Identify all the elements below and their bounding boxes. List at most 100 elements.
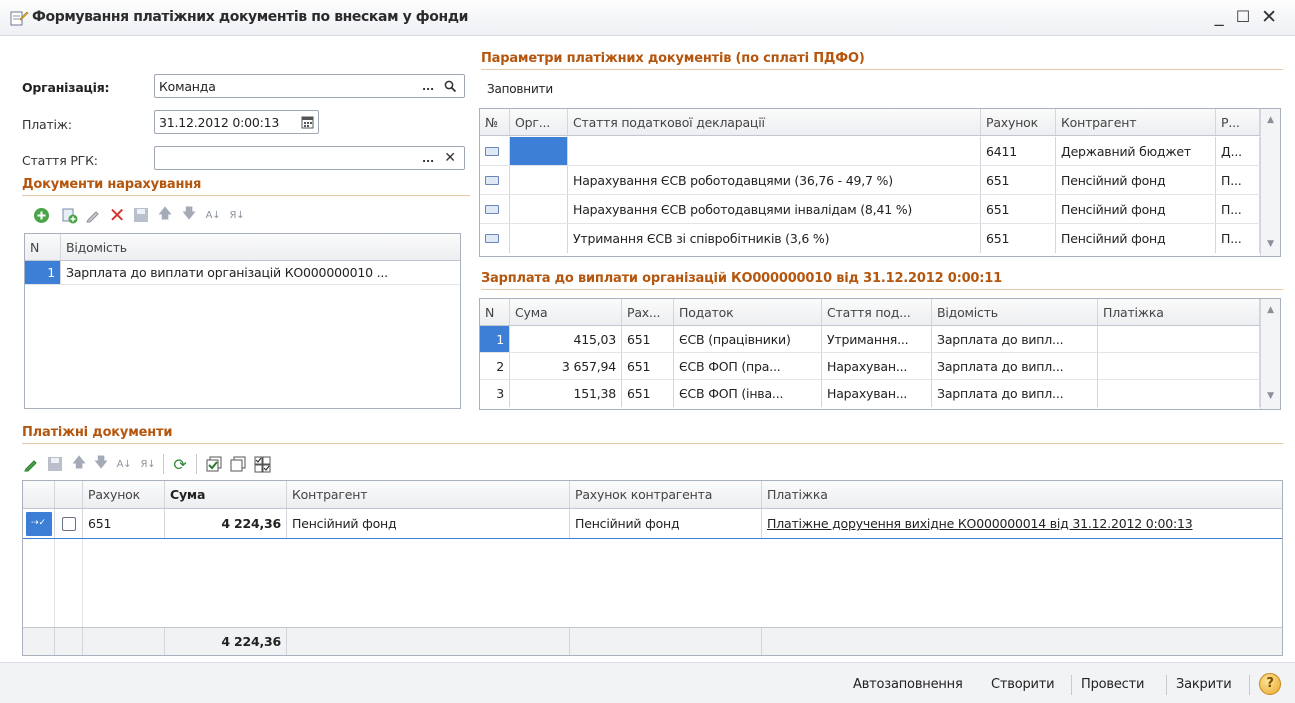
save-icon[interactable] xyxy=(46,455,64,473)
help-icon[interactable]: ? xyxy=(1259,673,1281,695)
sort-desc-icon[interactable]: Я↓ xyxy=(139,455,157,473)
col-cp-account[interactable]: Рахунок контрагента xyxy=(570,481,762,508)
vertical-scrollbar[interactable]: ▲ ▼ xyxy=(1260,109,1280,256)
payment-doc-link[interactable]: Платіжне доручення вихідне КО000000014 в… xyxy=(762,509,1282,538)
close-window-button[interactable]: ✕ xyxy=(1258,6,1280,28)
check-all-icon[interactable] xyxy=(205,455,223,473)
col-statement[interactable]: Відомість xyxy=(932,299,1098,325)
sort-asc-icon[interactable]: А↓ xyxy=(115,455,133,473)
search-icon[interactable] xyxy=(438,76,462,96)
maximize-button[interactable]: ☐ xyxy=(1232,6,1254,28)
separator xyxy=(1166,675,1167,695)
invert-check-icon[interactable] xyxy=(253,455,271,473)
save-icon[interactable] xyxy=(132,206,150,224)
row-number: 1 xyxy=(480,326,510,352)
row-sum: 415,03 xyxy=(510,326,622,352)
move-up-icon[interactable]: 🡅 xyxy=(156,206,174,224)
table-row[interactable]: 2 3 657,94 651 ЄСВ ФОП (пра... Нарахуван… xyxy=(480,353,1260,380)
col-icon[interactable] xyxy=(23,481,55,508)
vertical-scrollbar[interactable]: ▲ ▼ xyxy=(1260,299,1280,409)
table-row[interactable]: 6411 Державний бюджет Д... xyxy=(480,137,1260,166)
organization-field[interactable]: Команда ... xyxy=(154,74,465,98)
add-icon[interactable] xyxy=(32,206,50,224)
table-row[interactable]: 3 151,38 651 ЄСВ ФОП (інва... Нарахуван.… xyxy=(480,380,1260,407)
row-tax: ЄСВ ФОП (пра... xyxy=(674,353,822,379)
row-tax: ЄСВ (працівники) xyxy=(674,326,822,352)
payment-date-value: 31.12.2012 0:00:13 xyxy=(159,114,280,130)
col-r[interactable]: Р... xyxy=(1216,109,1260,135)
col-payment[interactable]: Платіжка xyxy=(1098,299,1260,325)
table-row[interactable]: 1 Зарплата до виплати організацій КО0000… xyxy=(25,261,460,285)
move-down-icon[interactable]: 🡇 xyxy=(180,206,198,224)
move-up-icon[interactable]: 🡅 xyxy=(70,455,88,473)
payment-docs-table[interactable]: Рахунок Сума Контрагент Рахунок контраге… xyxy=(22,480,1283,656)
sort-asc-icon[interactable]: А↓ xyxy=(204,206,222,224)
uncheck-all-icon[interactable] xyxy=(229,455,247,473)
scroll-down-icon[interactable]: ▼ xyxy=(1261,391,1280,401)
accrual-docs-title: Документи нарахування xyxy=(22,177,202,192)
close-button[interactable]: Закрити xyxy=(1176,677,1232,692)
scroll-down-icon[interactable]: ▼ xyxy=(1261,239,1280,249)
row-article: Нарахуван... xyxy=(822,380,932,407)
separator xyxy=(1071,675,1072,695)
copy-add-icon[interactable] xyxy=(60,206,78,224)
col-sum[interactable]: Сума xyxy=(510,299,622,325)
params-table[interactable]: № Орг... Стаття податкової декларації Ра… xyxy=(479,108,1281,257)
col-article[interactable]: Стаття податкової декларації xyxy=(568,109,981,135)
create-button[interactable]: Створити xyxy=(991,677,1055,692)
calendar-icon[interactable] xyxy=(297,112,317,132)
select-button[interactable]: ... xyxy=(418,76,438,96)
payment-date-field[interactable]: 31.12.2012 0:00:13 xyxy=(154,110,319,134)
accrual-table[interactable]: N Відомість 1 Зарплата до виплати органі… xyxy=(24,233,461,409)
refresh-icon[interactable]: ⟳ xyxy=(171,455,189,474)
col-check[interactable] xyxy=(55,481,83,508)
edit-icon[interactable] xyxy=(84,206,102,224)
row-cp-account: Пенсійний фонд xyxy=(570,509,762,538)
table-row[interactable]: 1 415,03 651 ЄСВ (працівники) Утримання.… xyxy=(480,326,1260,353)
post-button[interactable]: Провести xyxy=(1081,677,1144,692)
row-org xyxy=(510,166,568,194)
divider xyxy=(22,195,470,196)
col-n[interactable]: N xyxy=(480,299,510,325)
col-sum[interactable]: Сума xyxy=(165,481,287,508)
minimize-button[interactable]: _ xyxy=(1208,6,1230,28)
table-row[interactable]: Утримання ЄСВ зі співробітників (3,6 %) … xyxy=(480,224,1260,253)
table-row[interactable]: Нарахування ЄСВ роботодавцями (36,76 - 4… xyxy=(480,166,1260,195)
col-n[interactable]: N xyxy=(25,234,61,260)
scroll-up-icon[interactable]: ▲ xyxy=(1261,115,1280,125)
table-empty-area xyxy=(23,539,1282,627)
autofill-button[interactable]: Автозаповнення xyxy=(853,677,963,692)
col-article[interactable]: Стаття под... xyxy=(822,299,932,325)
action-bar: Автозаповнення Створити Провести Закрити… xyxy=(0,662,1295,703)
row-statement: Зарплата до виплати організацій КО000000… xyxy=(66,265,388,280)
col-tax[interactable]: Податок xyxy=(674,299,822,325)
scroll-up-icon[interactable]: ▲ xyxy=(1261,305,1280,315)
clear-icon[interactable]: ✕ xyxy=(438,148,462,168)
select-button[interactable]: ... xyxy=(418,148,438,168)
article-field[interactable]: ... ✕ xyxy=(154,146,465,170)
col-account[interactable]: Рахунок xyxy=(83,481,165,508)
col-account[interactable]: Рахунок xyxy=(981,109,1056,135)
move-down-icon[interactable]: 🡇 xyxy=(92,455,110,473)
col-counterparty[interactable]: Контрагент xyxy=(1056,109,1216,135)
edit-icon[interactable] xyxy=(22,455,40,473)
row-icon xyxy=(480,195,510,223)
col-org[interactable]: Орг... xyxy=(510,109,568,135)
row-checkbox[interactable] xyxy=(55,509,83,538)
delete-icon[interactable]: ✕ xyxy=(108,203,126,227)
row-account: 651 xyxy=(981,224,1056,253)
fill-button[interactable]: Заповнити xyxy=(487,82,553,96)
col-statement[interactable]: Відомість xyxy=(61,234,460,260)
col-no[interactable]: № xyxy=(480,109,510,135)
sort-desc-icon[interactable]: Я↓ xyxy=(228,206,246,224)
col-counterparty[interactable]: Контрагент xyxy=(287,481,570,508)
row-article: Нарахуван... xyxy=(822,353,932,379)
table-row[interactable]: ⇢✓ 651 4 224,36 Пенсійний фонд Пенсійний… xyxy=(23,509,1282,539)
col-account[interactable]: Рах... xyxy=(622,299,674,325)
table-row[interactable]: Нарахування ЄСВ роботодавцями інвалідам … xyxy=(480,195,1260,224)
footer-cell xyxy=(23,628,55,655)
row-account: 651 xyxy=(981,166,1056,194)
salary-table[interactable]: N Сума Рах... Податок Стаття под... Відо… xyxy=(479,298,1281,410)
row-article xyxy=(568,137,981,165)
col-payment[interactable]: Платіжка xyxy=(762,481,1282,508)
